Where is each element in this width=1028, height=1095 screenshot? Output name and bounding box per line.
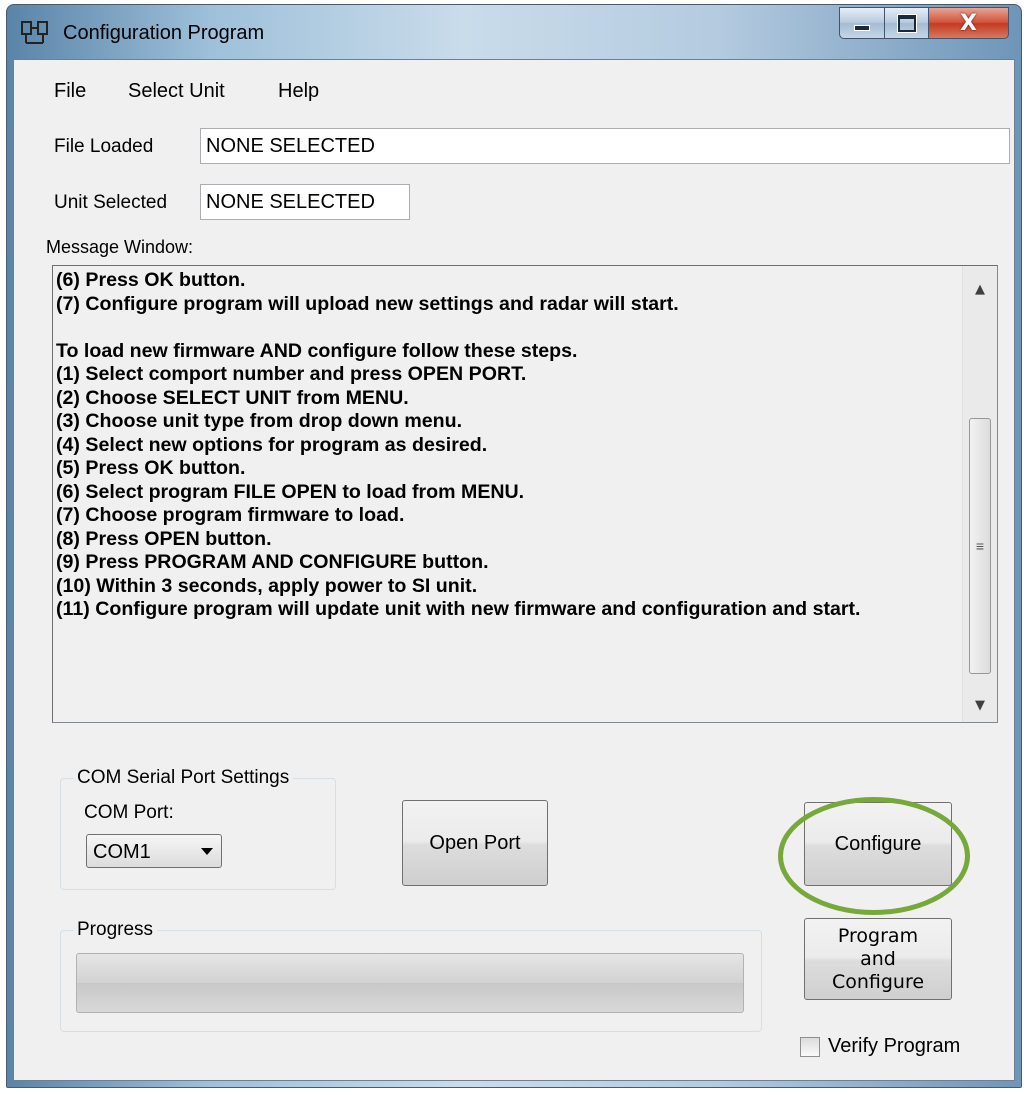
minimize-icon — [854, 25, 870, 31]
program-and-configure-label-line3: Configure — [831, 970, 925, 993]
grip-icon: ≡ — [975, 538, 985, 554]
menu-select-unit[interactable]: Select Unit — [128, 80, 225, 103]
scroll-down-arrow-icon[interactable]: ▼ — [963, 688, 997, 722]
client-area: File Select Unit Help File Loaded NONE S… — [13, 59, 1015, 1081]
message-line: (2) Choose SELECT UNIT from MENU. — [56, 386, 409, 409]
highlight-ring — [778, 797, 970, 915]
progress-bar — [76, 953, 744, 1013]
unit-selected-label: Unit Selected — [54, 192, 168, 213]
message-line: (4) Select new options for program as de… — [56, 433, 488, 456]
message-line: (11) Configure program will update unit … — [56, 598, 861, 620]
message-line: (5) Press OK button. — [56, 457, 246, 479]
message-line: (10) Within 3 seconds, apply power to SI… — [56, 574, 478, 597]
app-window: Configuration Program X File Select Unit… — [6, 4, 1022, 1088]
program-and-configure-label-line2: and — [860, 947, 896, 970]
message-line: (7) Choose program firmware to load. — [56, 504, 405, 526]
message-line — [56, 316, 962, 340]
com-port-label: COM Port: — [84, 802, 174, 823]
scroll-up-arrow-icon[interactable]: ▲ — [963, 272, 997, 306]
message-window[interactable]: (6) Press OK button. (7) Configure progr… — [52, 265, 998, 723]
file-loaded-label: File Loaded — [54, 136, 154, 157]
program-and-configure-label-line1: Program — [837, 924, 919, 947]
message-line: (7) Configure program will upload new se… — [56, 292, 679, 315]
chevron-down-icon — [201, 848, 213, 855]
close-icon: X — [960, 10, 977, 36]
message-line: (9) Press PROGRAM AND CONFIGURE button. — [56, 551, 489, 573]
message-line: (6) Press OK button. — [56, 269, 246, 291]
com-port-select[interactable]: COM1 — [86, 834, 222, 868]
menu-file[interactable]: File — [54, 80, 86, 103]
message-line: (6) Select program FILE OPEN to load fro… — [56, 480, 525, 503]
caption-buttons: X — [839, 7, 1009, 41]
menu-help[interactable]: Help — [278, 80, 319, 103]
minimize-button[interactable] — [839, 7, 885, 39]
open-port-button[interactable]: Open Port — [402, 800, 548, 886]
message-line: (1) Select comport number and press OPEN… — [56, 363, 527, 385]
message-window-label: Message Window: — [46, 237, 194, 257]
close-button[interactable]: X — [929, 7, 1009, 39]
app-icon — [21, 21, 48, 44]
window-title: Configuration Program — [63, 22, 265, 44]
verify-program-label[interactable]: Verify Program — [828, 1035, 960, 1058]
title-bar[interactable]: Configuration Program X — [7, 5, 1021, 59]
com-settings-group-title: COM Serial Port Settings — [73, 767, 294, 789]
maximize-button[interactable] — [885, 7, 929, 39]
maximize-icon — [896, 13, 917, 33]
unit-selected-field[interactable]: NONE SELECTED — [200, 184, 410, 220]
message-line: (8) Press OPEN button. — [56, 527, 272, 550]
menu-bar: File Select Unit Help — [14, 60, 1014, 106]
progress-group-title: Progress — [73, 919, 158, 941]
file-loaded-field[interactable]: NONE SELECTED — [200, 128, 1010, 164]
message-line: (3) Choose unit type from drop down menu… — [56, 410, 463, 432]
verify-program-checkbox[interactable] — [800, 1037, 820, 1057]
program-and-configure-button[interactable]: Program and Configure — [804, 918, 952, 1000]
scroll-thumb[interactable]: ≡ — [969, 418, 991, 674]
com-port-value: COM1 — [93, 841, 151, 863]
message-text: (6) Press OK button. (7) Configure progr… — [56, 269, 962, 622]
message-scrollbar[interactable]: ▲ ≡ ▼ — [962, 266, 997, 722]
message-line: To load new firmware AND configure follo… — [56, 339, 578, 362]
